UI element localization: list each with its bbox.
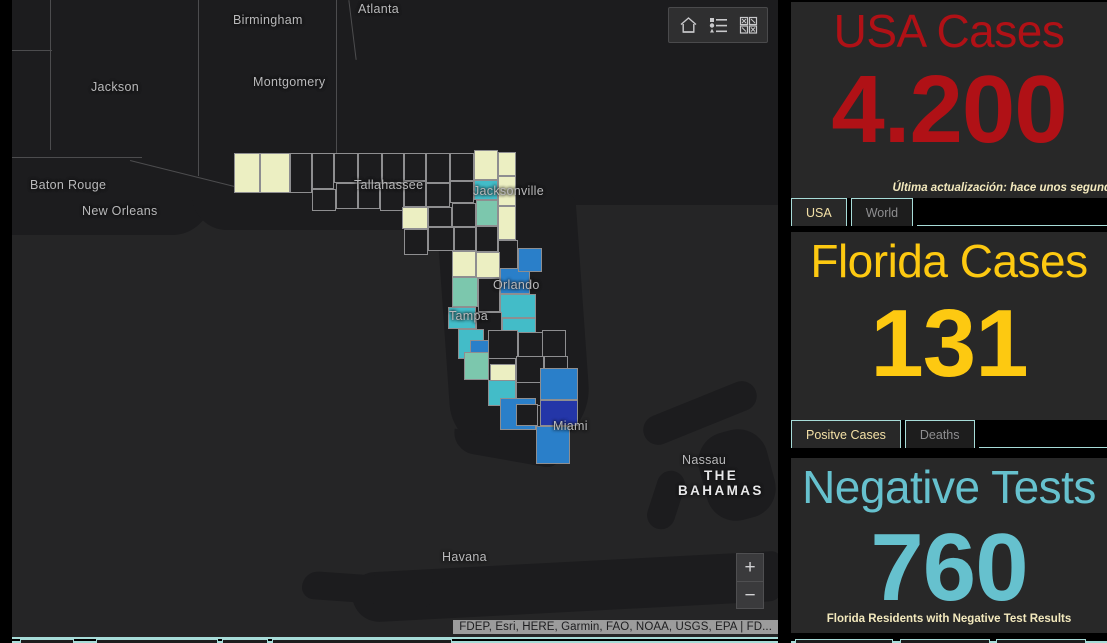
map-label: Nassau bbox=[682, 453, 727, 467]
county-shape[interactable] bbox=[404, 153, 426, 181]
map-label: Montgomery bbox=[253, 75, 326, 89]
florida-tabstrip[interactable]: Positve Cases Deaths bbox=[791, 420, 1107, 448]
tab-usa[interactable]: USA bbox=[791, 198, 847, 226]
county-shape[interactable] bbox=[498, 240, 518, 270]
county-shape[interactable] bbox=[464, 352, 490, 380]
map-label: Birmingham bbox=[233, 13, 303, 27]
bottom-clipped-tabstrip[interactable] bbox=[0, 639, 1107, 643]
county-shape[interactable] bbox=[260, 153, 290, 193]
map-label: Baton Rouge bbox=[30, 178, 107, 192]
map-canvas[interactable]: Atlanta Birmingham Montgomery Jackson Baton … bbox=[12, 0, 778, 637]
county-shape[interactable] bbox=[488, 330, 518, 360]
county-shape[interactable] bbox=[476, 226, 498, 252]
tab-world[interactable]: World bbox=[850, 198, 914, 226]
county-shape[interactable] bbox=[518, 332, 544, 358]
state-border-horizontal-1 bbox=[12, 50, 52, 52]
county-shape[interactable] bbox=[450, 153, 474, 181]
negative-tests-title: Negative Tests bbox=[802, 461, 1096, 513]
county-shape[interactable] bbox=[500, 294, 536, 318]
county-shape[interactable] bbox=[428, 227, 454, 251]
county-shape[interactable] bbox=[474, 150, 498, 180]
map-label: Havana bbox=[442, 550, 487, 564]
map-label: Orlando bbox=[493, 278, 540, 292]
county-shape[interactable] bbox=[498, 206, 516, 240]
bottom-tab-2[interactable] bbox=[96, 639, 218, 643]
florida-tabstrip-filler bbox=[978, 420, 1107, 448]
tab-positive-cases[interactable]: Positve Cases bbox=[791, 420, 901, 448]
landmass-bahamas-3 bbox=[643, 467, 689, 533]
florida-cases-title: Florida Cases bbox=[810, 235, 1088, 287]
tab-deaths[interactable]: Deaths bbox=[904, 420, 975, 448]
negative-tests-panel: Negative Tests 760 Florida Residents wit… bbox=[791, 458, 1107, 633]
usa-tabstrip-filler bbox=[917, 198, 1107, 226]
bottom-tab-3[interactable] bbox=[222, 639, 268, 643]
county-shape[interactable] bbox=[540, 368, 578, 400]
county-shape[interactable] bbox=[426, 183, 450, 207]
layer-grid-icon[interactable] bbox=[733, 11, 763, 39]
map-zoom-control[interactable]: + − bbox=[736, 553, 764, 609]
county-shape[interactable] bbox=[452, 277, 478, 307]
zoom-in-button[interactable]: + bbox=[737, 554, 763, 581]
county-shape[interactable] bbox=[426, 153, 450, 183]
legend-list-icon[interactable] bbox=[703, 11, 733, 39]
county-shape[interactable] bbox=[454, 227, 476, 251]
county-shape[interactable] bbox=[312, 189, 336, 211]
usa-last-updated: Última actualización: hace unos segund bbox=[892, 182, 1107, 194]
county-shape[interactable] bbox=[476, 200, 498, 226]
map-label: Tallahassee bbox=[354, 178, 424, 192]
county-shape[interactable] bbox=[542, 330, 566, 358]
county-shape[interactable] bbox=[312, 153, 334, 189]
negative-tests-value: 760 bbox=[870, 514, 1028, 621]
county-shape[interactable] bbox=[402, 207, 428, 229]
map-label: Miami bbox=[553, 419, 588, 433]
dashboard-root: Atlanta Birmingham Montgomery Jackson Baton … bbox=[0, 0, 1107, 643]
map-label: Atlanta bbox=[358, 2, 400, 16]
county-shape[interactable] bbox=[498, 152, 516, 176]
county-shape[interactable] bbox=[452, 203, 476, 227]
county-shape[interactable] bbox=[450, 181, 474, 203]
florida-cases-value: 131 bbox=[870, 290, 1028, 397]
state-border-vertical-1 bbox=[198, 0, 200, 176]
map-label: Tampa bbox=[449, 309, 489, 323]
county-shape[interactable] bbox=[516, 404, 538, 426]
map-toolbar[interactable] bbox=[668, 7, 768, 43]
usa-cases-title: USA Cases bbox=[833, 5, 1065, 57]
map-panel[interactable]: Atlanta Birmingham Montgomery Jackson Baton … bbox=[12, 0, 778, 637]
map-label: New Orleans bbox=[82, 204, 158, 218]
florida-cases-panel: Florida Cases 131 bbox=[791, 232, 1107, 420]
county-shape[interactable] bbox=[290, 153, 312, 193]
state-border-horizontal-2 bbox=[12, 157, 142, 159]
county-shape[interactable] bbox=[476, 252, 500, 278]
bottom-tab-5[interactable] bbox=[795, 639, 893, 643]
county-shape[interactable] bbox=[404, 229, 428, 255]
bottom-tab-6[interactable] bbox=[900, 639, 990, 643]
state-border-vertical-3 bbox=[50, 0, 52, 150]
county-shape[interactable] bbox=[452, 251, 476, 277]
map-label: THE bbox=[704, 468, 739, 483]
bottom-tab-7[interactable] bbox=[996, 639, 1086, 643]
map-attribution: FDEP, Esri, HERE, Garmin, FAO, NOAA, USG… bbox=[453, 620, 778, 634]
negative-tests-footnote: Florida Residents with Negative Test Res… bbox=[826, 613, 1072, 626]
usa-cases-panel: USA Cases 4.200 Última actualización: ha… bbox=[791, 2, 1107, 198]
map-label: Jacksonville bbox=[473, 184, 544, 198]
county-shape[interactable] bbox=[428, 207, 452, 227]
home-icon[interactable] bbox=[673, 11, 703, 39]
map-label: BAHAMAS bbox=[678, 483, 764, 498]
usa-cases-value: 4.200 bbox=[831, 56, 1067, 163]
bottom-tab-1[interactable] bbox=[20, 639, 74, 643]
county-shape[interactable] bbox=[234, 153, 260, 193]
bottom-tab-4[interactable] bbox=[272, 639, 452, 643]
zoom-out-button[interactable]: − bbox=[737, 581, 763, 608]
map-label: Jackson bbox=[91, 80, 139, 94]
county-shape[interactable] bbox=[518, 248, 542, 272]
usa-tabstrip[interactable]: USA World bbox=[791, 198, 1107, 226]
